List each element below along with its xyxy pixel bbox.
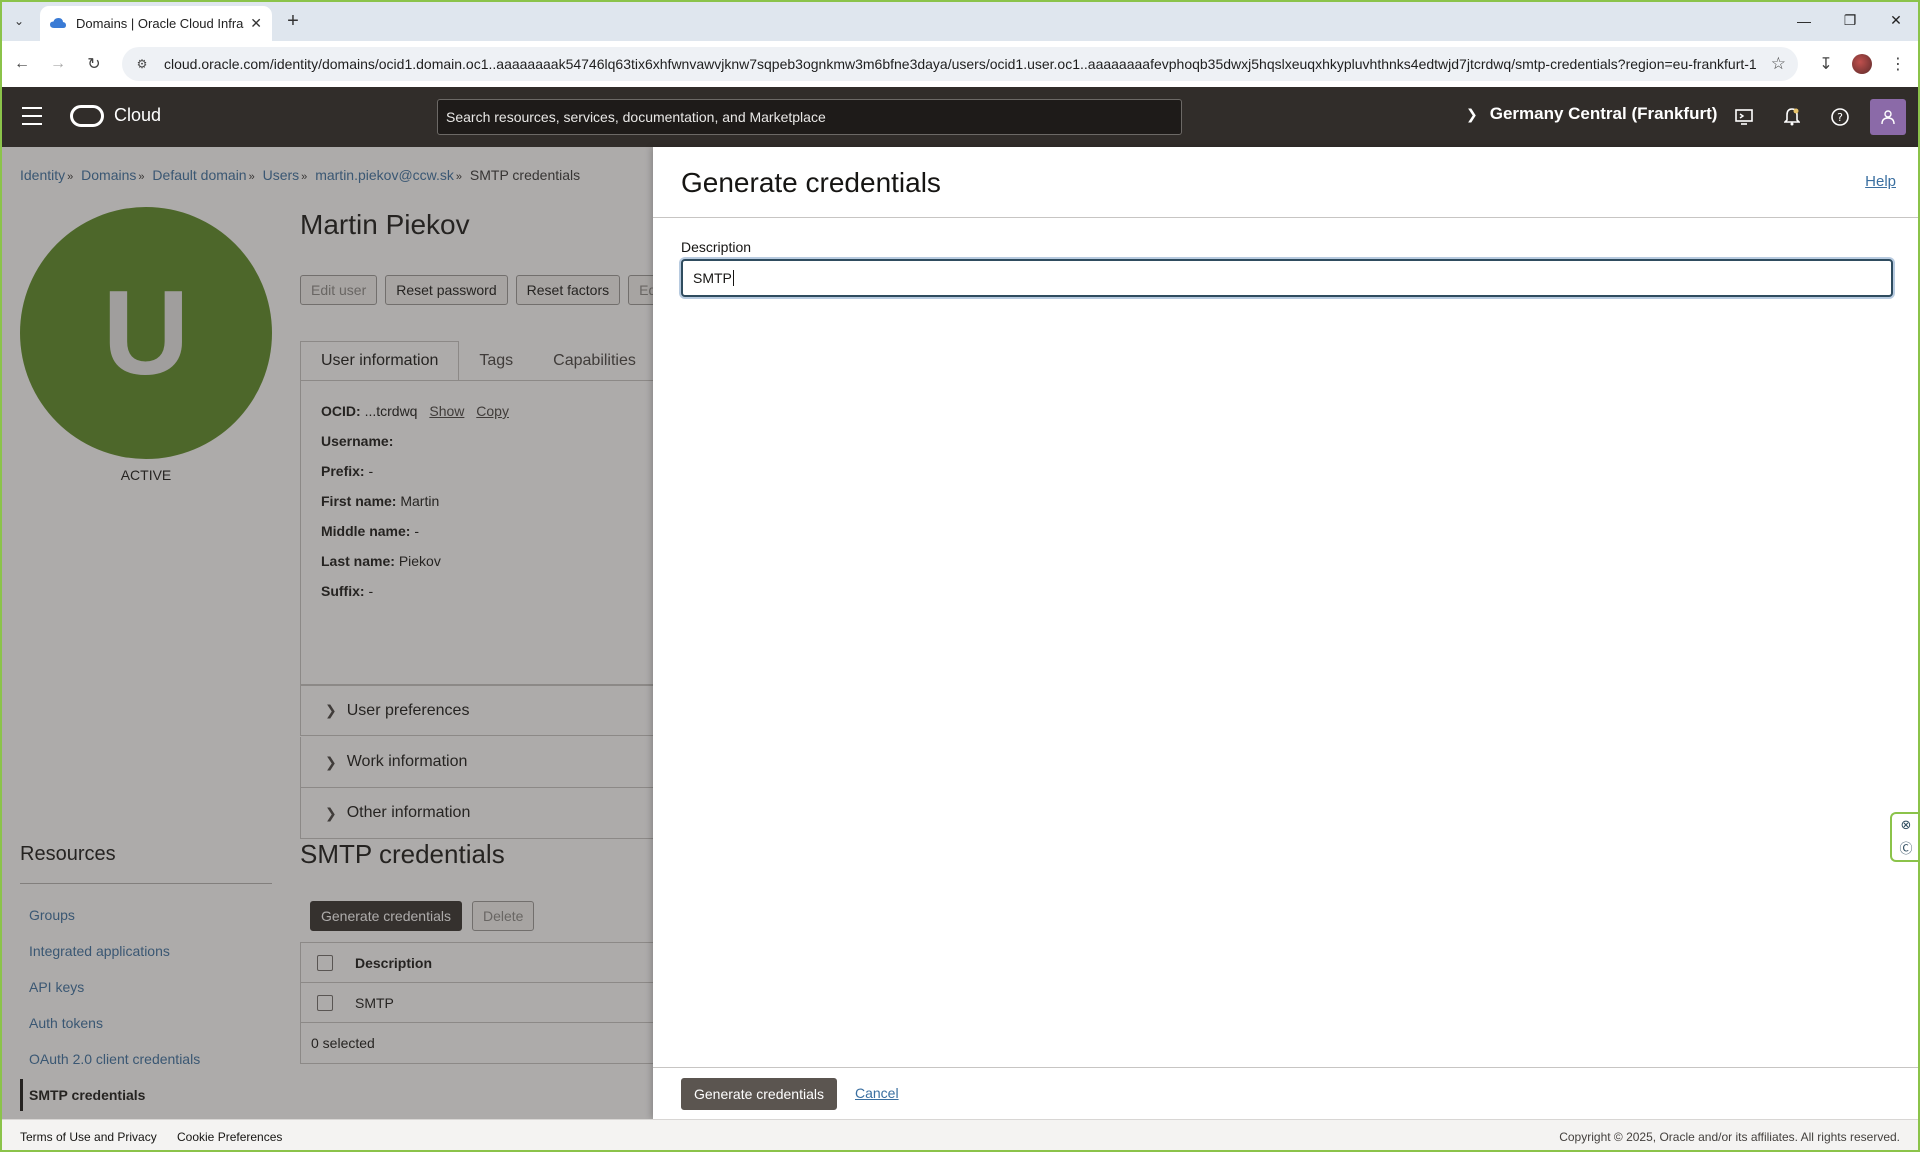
site-info-icon[interactable]: ⚙ — [134, 56, 150, 72]
help-link[interactable]: Help — [1865, 173, 1896, 190]
cloud-favicon-icon — [50, 18, 66, 30]
terms-link[interactable]: Terms of Use and Privacy — [20, 1130, 157, 1144]
text-caret — [732, 270, 734, 286]
submit-generate-credentials-button[interactable]: Generate credentials — [681, 1078, 837, 1110]
drawer-title: Generate credentials — [681, 167, 941, 198]
copyright-text: Copyright © 2025, Oracle and/or its affi… — [1559, 1130, 1900, 1144]
cookie-preferences-link[interactable]: Cookie Preferences — [177, 1130, 282, 1144]
browser-tab-active[interactable]: Domains | Oracle Cloud Infrastr ✕ — [40, 6, 272, 41]
description-value: SMTP — [693, 270, 732, 286]
oci-header: Cloud Search resources, services, docume… — [0, 87, 1920, 147]
address-bar[interactable]: ⚙ cloud.oracle.com/identity/domains/ocid… — [122, 47, 1798, 81]
tab-search-chevron-icon[interactable]: ⌄ — [8, 10, 30, 32]
modal-overlay[interactable] — [0, 147, 653, 1119]
minimize-icon[interactable]: — — [1781, 0, 1827, 41]
widget-close-icon[interactable]: ⊗ — [1901, 817, 1912, 833]
description-label: Description — [681, 239, 752, 255]
browser-toolbar: ← → ↻ ⚙ cloud.oracle.com/identity/domain… — [0, 41, 1920, 87]
description-input[interactable]: SMTP — [681, 259, 1893, 297]
window-close-icon[interactable]: ✕ — [1873, 0, 1919, 41]
brand-text[interactable]: Cloud — [114, 105, 161, 126]
widget-extension-icon[interactable]: Ⓒ — [1899, 838, 1912, 857]
generate-credentials-drawer: Generate credentials Help Description SM… — [653, 147, 1920, 1119]
back-icon[interactable]: ← — [8, 50, 36, 78]
global-search-input[interactable]: Search resources, services, documentatio… — [437, 99, 1182, 135]
url-text[interactable]: cloud.oracle.com/identity/domains/ocid1.… — [164, 56, 1764, 72]
cloud-shell-icon[interactable] — [1730, 103, 1758, 131]
drawer-footer: Generate credentials Cancel — [653, 1067, 1920, 1119]
notifications-bell-icon[interactable] — [1778, 103, 1806, 131]
cancel-link[interactable]: Cancel — [855, 1085, 899, 1101]
user-profile-icon[interactable] — [1870, 99, 1906, 135]
new-tab-icon[interactable]: + — [280, 8, 306, 34]
reload-icon[interactable]: ↻ — [80, 50, 108, 78]
oracle-logo-icon[interactable] — [70, 105, 104, 127]
restore-icon[interactable]: ❐ — [1827, 0, 1873, 41]
side-widget: ⊗ Ⓒ — [1890, 812, 1920, 862]
bookmark-star-icon[interactable]: ☆ — [1771, 54, 1786, 74]
page-footer: Terms of Use and Privacy Cookie Preferen… — [0, 1119, 1920, 1152]
browser-menu-icon[interactable]: ⋮ — [1885, 51, 1911, 77]
forward-icon[interactable]: → — [44, 50, 72, 78]
download-icon[interactable]: ↧ — [1813, 51, 1839, 77]
region-label: Germany Central (Frankfurt) — [1489, 104, 1718, 123]
svg-text:?: ? — [1837, 111, 1843, 124]
drawer-header: Generate credentials Help — [653, 147, 1920, 218]
help-question-icon[interactable]: ? — [1826, 103, 1854, 131]
profile-avatar[interactable] — [1849, 51, 1875, 77]
region-selector[interactable]: ❯ Germany Central (Frankfurt) — [1466, 104, 1717, 124]
tab-close-icon[interactable]: ✕ — [250, 15, 262, 32]
hamburger-menu-icon[interactable] — [22, 107, 42, 125]
browser-tab-bar: ⌄ Domains | Oracle Cloud Infrastr ✕ + — … — [0, 0, 1920, 41]
tab-title: Domains | Oracle Cloud Infrastr — [76, 16, 245, 31]
chevron-down-icon: ❯ — [1466, 105, 1478, 122]
